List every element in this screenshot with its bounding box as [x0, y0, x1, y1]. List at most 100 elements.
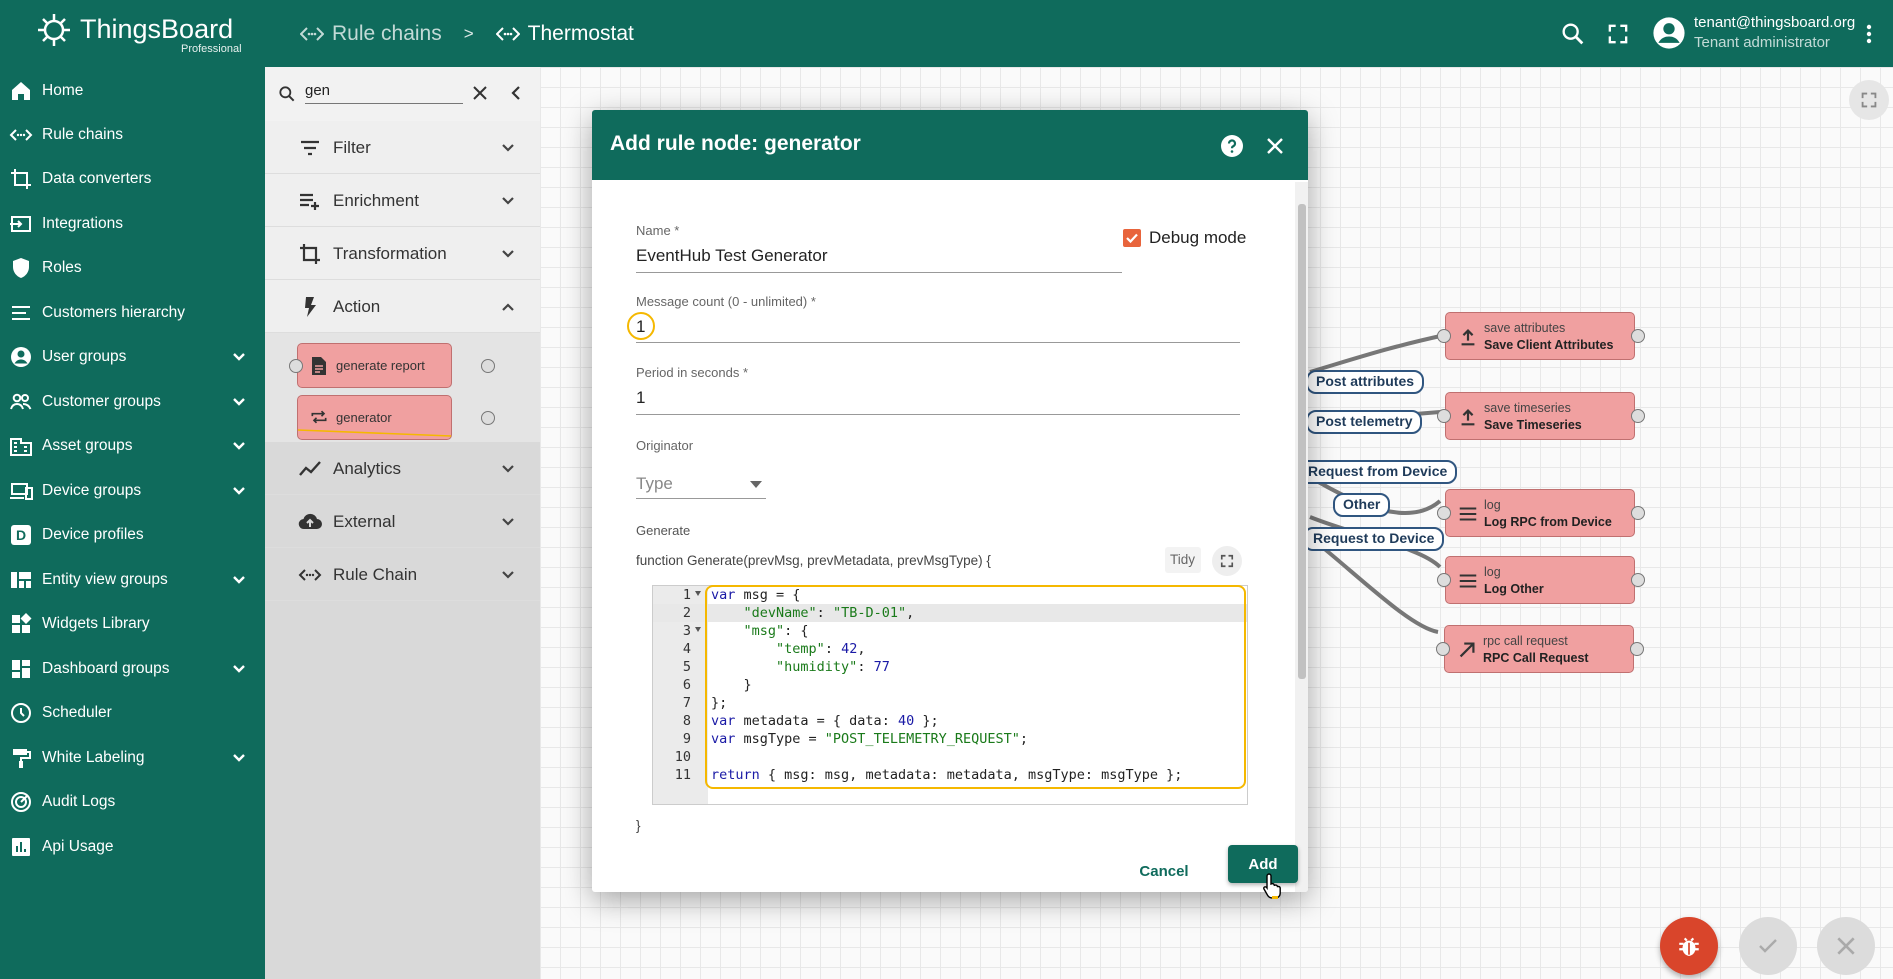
node-search-input[interactable]	[305, 78, 463, 104]
sidebar-item-device-groups[interactable]: Device groups	[0, 469, 265, 513]
breadcrumb-thermostat: Thermostat	[495, 22, 634, 46]
breadcrumb-rule-chains[interactable]: Rule chains	[300, 22, 442, 46]
sidebar-item-widgets-library[interactable]: Widgets Library	[0, 602, 265, 646]
search-icon	[1562, 23, 1584, 45]
help-icon	[1221, 135, 1243, 157]
collapse-library-button[interactable]	[507, 83, 527, 103]
sidebar-item-customers-hierarchy[interactable]: Customers hierarchy	[0, 291, 265, 335]
chevron-up-icon	[502, 303, 514, 311]
user-email: tenant@thingsboard.org	[1694, 14, 1856, 31]
logo[interactable]: ThingsBoard Professional	[34, 10, 264, 58]
sidebar-item-integrations[interactable]: Integrations	[0, 202, 265, 246]
library-node-generator[interactable]: generator	[297, 395, 495, 440]
sidebar-item-label: Rule chains	[42, 126, 123, 143]
check-icon	[1759, 939, 1777, 953]
help-button[interactable]	[1220, 134, 1244, 158]
chevron-down-icon	[502, 197, 514, 205]
track-changes-icon	[11, 792, 31, 812]
clear-search-button[interactable]	[470, 83, 490, 103]
edge-label[interactable]: Other	[1333, 493, 1391, 517]
message-count-label: Message count (0 - unlimited) *	[636, 294, 816, 309]
user-menu[interactable]: tenant@thingsboard.org Tenant administra…	[1652, 13, 1856, 55]
originator-type-select[interactable]: Type	[636, 472, 766, 500]
node-name: RPC Call Request	[1483, 651, 1589, 665]
scrollbar-thumb[interactable]	[1298, 204, 1306, 679]
sidebar-item-data-converters[interactable]: Data converters	[0, 157, 265, 201]
category-label: Filter	[333, 138, 371, 157]
debug-fab-button[interactable]	[1660, 917, 1718, 975]
debug-mode-checkbox[interactable]: Debug mode	[1122, 226, 1262, 250]
edge-label[interactable]: Post attributes	[1306, 370, 1425, 394]
category-transformation[interactable]: Transformation	[265, 227, 540, 280]
chevron-down-icon	[502, 250, 514, 258]
canvas-node-rpc-call-request[interactable]: rpc call request RPC Call Request	[1436, 625, 1644, 673]
fold-marker[interactable]	[695, 591, 701, 596]
upload-icon	[1461, 409, 1475, 426]
sidebar-item-label: Device groups	[42, 482, 142, 499]
checkbox-checked-icon	[1123, 229, 1141, 247]
canvas-fullscreen-button[interactable]	[1849, 80, 1889, 120]
originator-label: Originator	[636, 438, 694, 453]
category-label: Rule Chain	[333, 565, 418, 584]
sidebar-item-dashboard-groups[interactable]: Dashboard groups	[0, 647, 265, 691]
dialog-scrollbar[interactable]	[1295, 182, 1308, 892]
search-button[interactable]	[1559, 20, 1587, 48]
apply-changes-fab-button[interactable]	[1739, 917, 1797, 975]
node-name: Save Client Attributes	[1484, 338, 1614, 352]
sidebar-item-customer-groups[interactable]: Customer groups	[0, 380, 265, 424]
node-output-port	[481, 359, 495, 373]
fullscreen-icon	[1220, 554, 1234, 568]
tidy-button[interactable]: Tidy	[1165, 547, 1201, 573]
edge-label[interactable]: Request from Device	[1298, 460, 1458, 484]
menu-icon	[1459, 507, 1477, 521]
sidebar-item-api-usage[interactable]: Api Usage	[0, 825, 265, 869]
shield-icon	[13, 258, 29, 278]
category-rule-chain[interactable]: Rule Chain	[265, 548, 540, 601]
close-dialog-button[interactable]	[1265, 136, 1285, 156]
canvas-node-log-rpc[interactable]: log Log RPC from Device	[1437, 489, 1645, 537]
fold-marker[interactable]	[695, 627, 701, 632]
sidebar-item-home[interactable]: Home	[0, 69, 265, 113]
canvas-node-save-attributes[interactable]: save attributes Save Client Attributes	[1437, 312, 1645, 360]
user-role: Tenant administrator	[1694, 34, 1830, 51]
sidebar-item-label: Scheduler	[42, 704, 112, 721]
sidebar-item-asset-groups[interactable]: Asset groups	[0, 424, 265, 468]
category-external[interactable]: External	[265, 495, 540, 548]
cancel-button[interactable]: Cancel	[1128, 853, 1200, 889]
account-circle-icon	[11, 347, 31, 367]
fullscreen-button[interactable]	[1604, 20, 1632, 48]
library-node-generate-report[interactable]: generate report	[289, 343, 495, 388]
debug-mode-label: Debug mode	[1149, 228, 1247, 247]
logo-subtitle: Professional	[181, 43, 242, 55]
code-editor[interactable]: 1 var msg = { 2 "devName": "TB-D-01", 3 "…	[652, 585, 1248, 805]
search-icon	[279, 86, 295, 102]
canvas-node-save-timeseries[interactable]: save timeseries Save Timeseries	[1437, 392, 1645, 440]
category-action[interactable]: Action	[265, 280, 540, 333]
playlist-add-icon	[300, 193, 319, 210]
category-filter[interactable]: Filter	[265, 121, 540, 174]
period-input[interactable]: 1	[636, 388, 645, 408]
crop-icon	[11, 169, 31, 189]
revert-changes-fab-button[interactable]	[1817, 917, 1875, 975]
edge-label[interactable]: Request to Device	[1303, 527, 1445, 551]
name-input[interactable]: EventHub Test Generator	[636, 246, 828, 266]
dropdown-arrow-icon	[750, 481, 762, 488]
function-closing-brace: }	[636, 818, 641, 833]
sidebar-item-scheduler[interactable]: Scheduler	[0, 691, 265, 735]
sidebar-item-user-groups[interactable]: User groups	[0, 335, 265, 379]
category-enrichment[interactable]: Enrichment	[265, 174, 540, 227]
more-menu-button[interactable]	[1859, 20, 1879, 48]
canvas-node-log-other[interactable]: log Log Other	[1437, 556, 1645, 604]
editor-fullscreen-button[interactable]	[1212, 546, 1242, 576]
sidebar-item-device-profiles[interactable]: D Device profiles	[0, 513, 265, 557]
breadcrumb-label: Rule chains	[332, 22, 442, 45]
sidebar-item-entity-view-groups[interactable]: Entity view groups	[0, 558, 265, 602]
sidebar-item-rule-chains[interactable]: Rule chains	[0, 113, 265, 157]
sidebar-item-audit-logs[interactable]: Audit Logs	[0, 780, 265, 824]
sidebar-item-label: Customers hierarchy	[42, 304, 185, 321]
edge-label[interactable]: Post telemetry	[1306, 410, 1423, 434]
category-analytics[interactable]: Analytics	[265, 442, 540, 495]
sidebar-item-roles[interactable]: Roles	[0, 246, 265, 290]
close-icon	[1837, 937, 1855, 955]
sidebar-item-white-labeling[interactable]: White Labeling	[0, 736, 265, 780]
